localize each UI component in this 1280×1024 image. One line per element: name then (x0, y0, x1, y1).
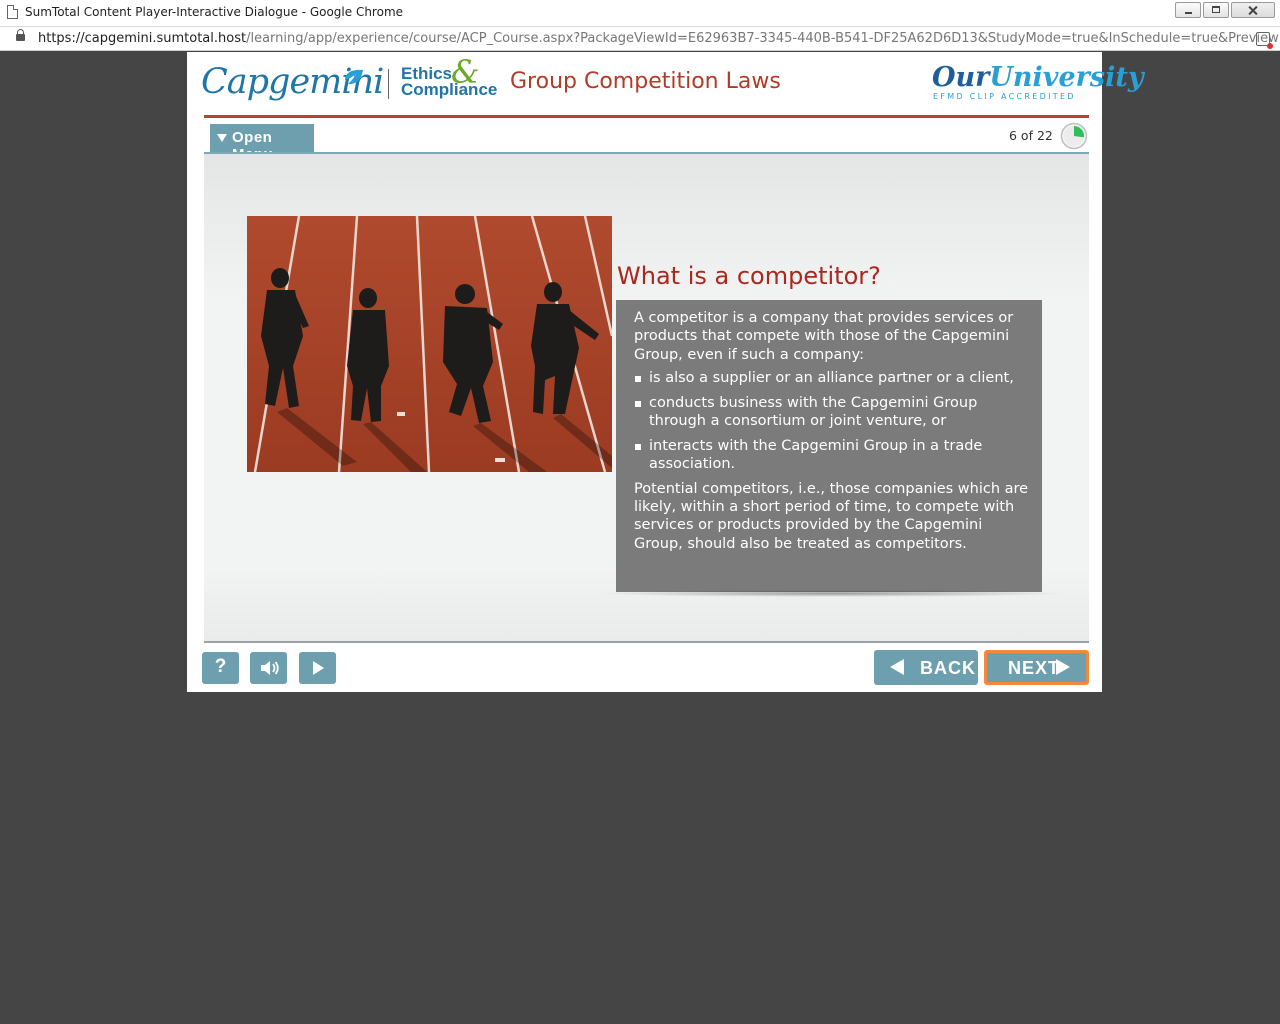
intro-text: A competitor is a company that provides … (634, 310, 1014, 363)
url-host: https://capgemini.sumtotal.host (38, 31, 247, 46)
restore-icon[interactable] (1203, 2, 1229, 18)
close-icon[interactable] (1231, 2, 1275, 18)
window-controls (1175, 2, 1275, 18)
lock-icon (16, 29, 25, 41)
slide-heading: What is a competitor? (617, 262, 881, 290)
audio-button[interactable] (250, 652, 287, 684)
page-counter: 6 of 22 (1009, 128, 1053, 143)
url-text[interactable]: https://capgemini.sumtotal.host/learning… (38, 31, 1280, 46)
progress-pie-icon (1060, 122, 1088, 150)
play-icon (313, 661, 324, 675)
next-label: NEXT (1008, 658, 1061, 678)
page-icon (7, 5, 18, 19)
our-word: Our (932, 62, 990, 93)
ethics-compliance-logo: Ethics Compliance (401, 65, 498, 99)
help-button[interactable]: ? (202, 652, 239, 684)
compliance-word: Compliance (401, 80, 498, 99)
closing-text: Potential competitors, i.e., those compa… (634, 480, 1029, 552)
footer-divider (204, 641, 1089, 643)
accreditation-text: EFMD CLIP ACCREDITED (933, 92, 1076, 101)
list-item: is also a supplier or an alliance partne… (634, 369, 1032, 387)
help-icon: ? (214, 656, 227, 677)
university-word: University (989, 62, 1144, 93)
bullet-list: is also a supplier or an alliance partne… (634, 369, 1032, 473)
logo-divider (388, 69, 389, 99)
content-player: Capgemini Ethics Compliance & Group Comp… (187, 52, 1144, 692)
window-title: SumTotal Content Player-Interactive Dial… (25, 5, 404, 19)
minimize-icon[interactable] (1175, 2, 1201, 18)
course-title: Group Competition Laws (510, 69, 781, 94)
triangle-down-icon (217, 134, 227, 142)
speaker-icon (261, 661, 279, 675)
next-button[interactable]: NEXT (984, 650, 1089, 685)
list-item: conducts business with the Capgemini Gro… (634, 394, 1032, 431)
header-divider (204, 115, 1089, 118)
slide-area: What is a competitor? A competitor is a … (204, 154, 1089, 641)
back-label: BACK (920, 658, 976, 678)
arrow-left-icon (890, 659, 904, 675)
spade-icon (344, 69, 363, 88)
list-item: interacts with the Capgemini Group in a … (634, 437, 1032, 474)
back-button[interactable]: BACK (874, 650, 978, 685)
address-bar[interactable]: https://capgemini.sumtotal.host/learning… (0, 27, 1280, 51)
browser-titlebar: SumTotal Content Player-Interactive Dial… (0, 0, 1280, 27)
definition-box: A competitor is a company that provides … (616, 300, 1042, 592)
ampersand-mark: & (451, 53, 480, 91)
arrow-right-icon (1056, 659, 1070, 675)
box-shadow (596, 590, 1068, 597)
our-university-logo: OurUniversity (932, 62, 1144, 93)
play-button[interactable] (299, 652, 336, 684)
extension-icon[interactable] (1256, 32, 1273, 49)
open-menu-button[interactable]: Open Menu (210, 124, 314, 163)
url-path: /learning/app/experience/course/ACP_Cour… (246, 31, 1280, 46)
runners-photo (247, 216, 612, 472)
